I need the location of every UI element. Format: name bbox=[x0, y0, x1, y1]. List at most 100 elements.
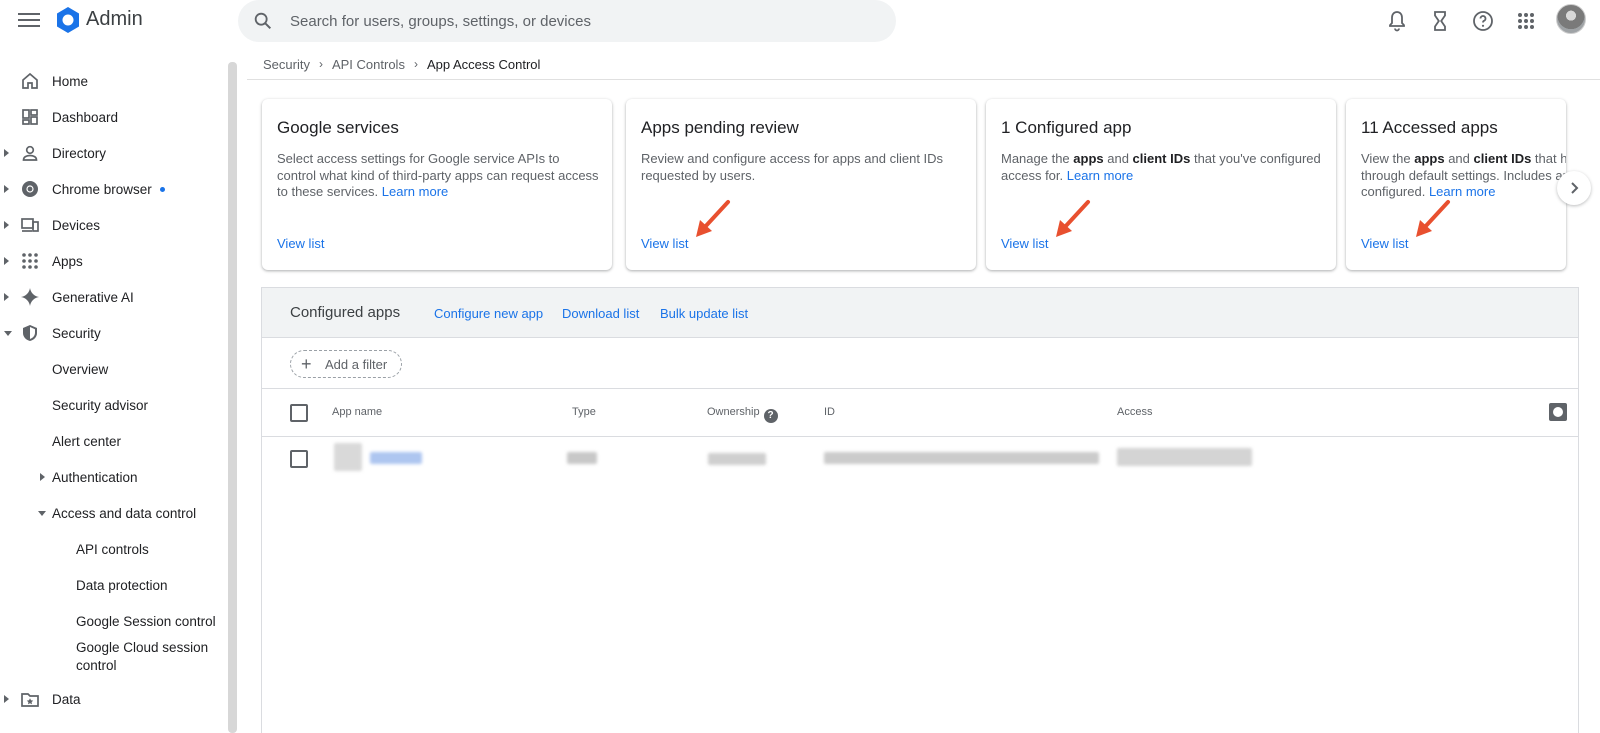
expand-icon[interactable] bbox=[4, 257, 9, 265]
shield-icon bbox=[23, 325, 37, 341]
main-menu-icon[interactable] bbox=[18, 10, 40, 32]
sidebar-item-access-and-data-control[interactable]: Access and data control bbox=[0, 497, 228, 529]
app-name-redacted[interactable] bbox=[370, 452, 422, 464]
help-icon[interactable] bbox=[1471, 9, 1495, 33]
card-apps-pending-review: Apps pending review Review and configure… bbox=[626, 99, 976, 270]
expand-icon[interactable] bbox=[4, 221, 9, 229]
add-filter-button[interactable]: + Add a filter bbox=[290, 350, 402, 378]
view-list-link[interactable]: View list bbox=[277, 236, 324, 251]
sidebar-item-api-controls[interactable]: API controls bbox=[0, 533, 228, 565]
annotation-arrow-icon bbox=[1416, 200, 1450, 237]
learn-more-link[interactable]: Learn more bbox=[1067, 168, 1133, 183]
sidebar-item-label-wrap: Chrome browser bbox=[52, 182, 165, 197]
sidebar-item-label: Data bbox=[52, 691, 81, 707]
sidebar-item-devices[interactable]: Devices bbox=[0, 209, 228, 241]
app-name[interactable]: Admin bbox=[86, 8, 143, 31]
view-list-link[interactable]: View list bbox=[1001, 236, 1048, 251]
sidebar-item-google-cloud-session-control[interactable]: Google Cloud session control bbox=[0, 638, 228, 676]
sidebar-item-generative-ai[interactable]: Generative AI bbox=[0, 281, 228, 313]
expand-icon[interactable] bbox=[40, 473, 45, 481]
sidebar-item-alert-center[interactable]: Alert center bbox=[0, 425, 228, 457]
card-title: 1 Configured app bbox=[1001, 118, 1132, 137]
search-input[interactable] bbox=[290, 0, 880, 42]
bulk-update-list-button[interactable]: Bulk update list bbox=[660, 306, 748, 321]
card-configured-app: 1 Configured app Manage the apps and cli… bbox=[986, 99, 1336, 270]
panel-header: Configured apps Configure new app Downlo… bbox=[262, 288, 1578, 338]
notifications-icon[interactable] bbox=[1385, 9, 1409, 33]
row-checkbox[interactable] bbox=[290, 450, 308, 468]
download-list-button[interactable]: Download list bbox=[562, 306, 639, 321]
admin-logo[interactable] bbox=[54, 6, 82, 34]
sidebar-item-home[interactable]: Home bbox=[0, 65, 228, 97]
carousel-next-button[interactable] bbox=[1557, 171, 1591, 205]
card-description-bold: client IDs bbox=[1132, 151, 1191, 166]
sidebar-item-label: Apps bbox=[52, 253, 83, 269]
id-redacted bbox=[824, 452, 1099, 464]
sidebar: Home Dashboard Directory Chrome browser … bbox=[0, 60, 228, 733]
collapse-icon[interactable] bbox=[4, 330, 12, 336]
view-list-link[interactable]: View list bbox=[1361, 236, 1408, 251]
search-bar[interactable] bbox=[238, 0, 896, 42]
sidebar-item-authentication[interactable]: Authentication bbox=[0, 461, 228, 493]
card-google-services: Google services Select access settings f… bbox=[262, 99, 612, 270]
column-header-type[interactable]: Type bbox=[572, 406, 596, 418]
sidebar-item-security[interactable]: Security bbox=[0, 317, 228, 349]
learn-more-link[interactable]: Learn more bbox=[382, 184, 448, 199]
sidebar-item-apps[interactable]: Apps bbox=[0, 245, 228, 277]
sidebar-scrollbar[interactable] bbox=[228, 62, 237, 733]
sidebar-item-security-advisor[interactable]: Security advisor bbox=[0, 389, 228, 421]
table-row[interactable] bbox=[262, 437, 1578, 483]
expand-icon[interactable] bbox=[4, 695, 9, 703]
sidebar-item-label: Home bbox=[52, 73, 89, 89]
sidebar-item-chrome-browser[interactable]: Chrome browser bbox=[0, 173, 228, 205]
sidebar-item-overview[interactable]: Overview bbox=[0, 353, 228, 385]
card-description-bold: apps bbox=[1414, 151, 1445, 166]
search-icon[interactable] bbox=[252, 10, 274, 32]
add-filter-label: Add a filter bbox=[325, 357, 388, 372]
card-description: Manage the apps and client IDs that you'… bbox=[1001, 151, 1326, 184]
sidebar-item-data-protection[interactable]: Data protection bbox=[0, 569, 228, 601]
dashboard-icon bbox=[22, 109, 38, 125]
breadcrumb-security[interactable]: Security bbox=[263, 57, 310, 72]
annotation-arrow-icon bbox=[696, 200, 730, 237]
expand-icon[interactable] bbox=[4, 293, 9, 301]
breadcrumb-api-controls[interactable]: API Controls bbox=[332, 57, 405, 72]
card-description-text: View the bbox=[1361, 151, 1415, 166]
sidebar-item-label: Data protection bbox=[76, 577, 168, 593]
column-settings-icon[interactable] bbox=[1549, 403, 1567, 421]
home-icon bbox=[22, 72, 38, 89]
divider bbox=[247, 79, 1600, 80]
apps-grid-icon[interactable] bbox=[1514, 9, 1538, 33]
sidebar-item-data[interactable]: Data bbox=[0, 683, 228, 715]
sidebar-item-directory[interactable]: Directory bbox=[0, 137, 228, 169]
column-header-access[interactable]: Access bbox=[1117, 406, 1152, 418]
chevron-right-icon: › bbox=[318, 57, 323, 71]
column-header-app-name[interactable]: App name bbox=[332, 406, 382, 418]
expand-icon[interactable] bbox=[4, 185, 9, 193]
expand-icon[interactable] bbox=[4, 149, 9, 157]
card-title: Apps pending review bbox=[641, 118, 799, 137]
collapse-icon[interactable] bbox=[38, 510, 46, 516]
chevron-right-icon: › bbox=[413, 57, 418, 71]
sidebar-item-google-session-control[interactable]: Google Session control bbox=[0, 605, 228, 637]
card-description-text: Manage the bbox=[1001, 151, 1074, 166]
avatar[interactable] bbox=[1556, 4, 1586, 34]
column-header-ownership[interactable]: Ownership? bbox=[707, 406, 778, 423]
sidebar-item-dashboard[interactable]: Dashboard bbox=[0, 101, 228, 133]
view-list-link[interactable]: View list bbox=[641, 236, 688, 251]
configure-new-app-button[interactable]: Configure new app bbox=[434, 306, 543, 321]
sidebar-item-label: API controls bbox=[76, 541, 149, 557]
sidebar-item-label: Alert center bbox=[52, 433, 122, 449]
select-all-checkbox[interactable] bbox=[290, 404, 308, 422]
sidebar-item-label: Overview bbox=[52, 361, 109, 377]
hourglass-icon[interactable] bbox=[1428, 9, 1452, 33]
card-title: 11 Accessed apps bbox=[1361, 118, 1498, 137]
help-icon[interactable]: ? bbox=[763, 409, 778, 423]
chevron-right-icon bbox=[1571, 182, 1579, 194]
column-header-id[interactable]: ID bbox=[824, 406, 835, 418]
card-description: Review and configure access for apps and… bbox=[641, 151, 944, 183]
sidebar-item-label: Dashboard bbox=[52, 109, 119, 125]
learn-more-link[interactable]: Learn more bbox=[1429, 184, 1495, 199]
breadcrumb: Security › API Controls › App Access Con… bbox=[263, 55, 540, 73]
sidebar-item-label: Access and data control bbox=[52, 505, 197, 521]
